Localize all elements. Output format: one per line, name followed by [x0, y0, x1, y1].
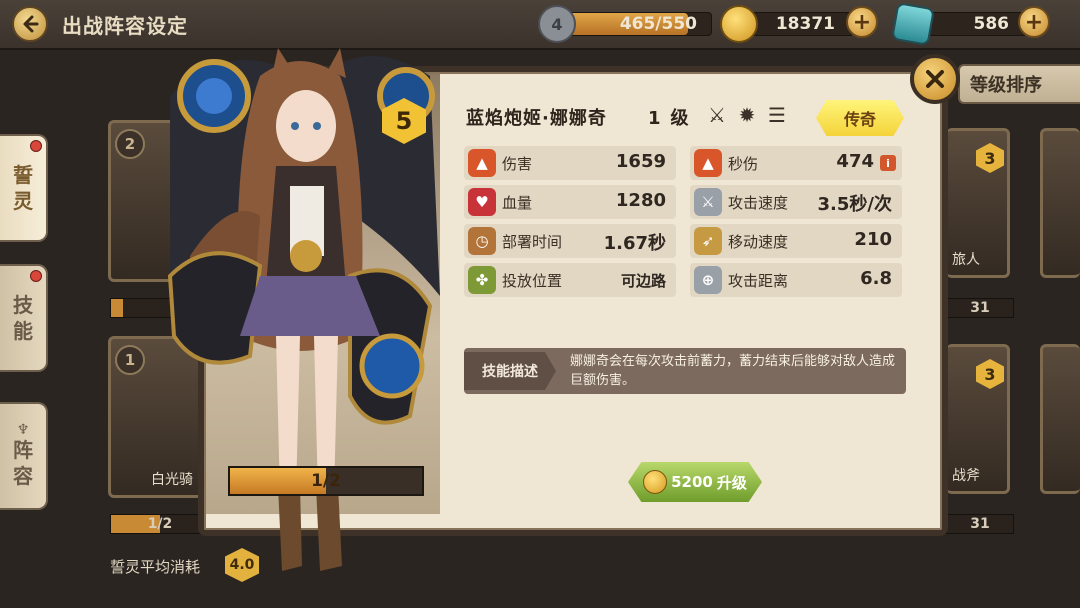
- hero-class-icons: ⚔ ✹ ☰: [704, 102, 790, 128]
- gold-coin-icon: [643, 470, 668, 494]
- stamina-value: 465/550: [619, 14, 697, 34]
- stat-label: 血量: [502, 194, 533, 212]
- skill-description-text: 娜娜奇会在每次攻击前蓄力，蓄力结束后能够对敌人造成巨额伤害。: [570, 354, 896, 388]
- rarity-badge: 传奇: [816, 100, 904, 136]
- sword-speed-icon: ⚔: [694, 188, 722, 216]
- stat-damage: ▲ 伤害 1659: [464, 146, 676, 180]
- shard-progress-bar: 1/2: [228, 466, 424, 496]
- close-button[interactable]: [910, 54, 960, 104]
- gold-coin-icon: [720, 5, 758, 43]
- skill-description-tag: 技能描述: [464, 352, 556, 390]
- stat-dps: ▲ 秒伤 474 i: [690, 146, 902, 180]
- arrow-left-icon: [23, 15, 39, 33]
- lineup-icon: ♆: [16, 422, 30, 438]
- hero-level-value: 1: [648, 108, 661, 129]
- tab-lineup-label-bottom: 容: [13, 464, 33, 488]
- hero-level-unit: 级: [670, 108, 689, 129]
- stopwatch-icon: ◷: [468, 227, 496, 255]
- roster-card[interactable]: 3 战斧: [946, 344, 1010, 494]
- stat-label: 投放位置: [502, 272, 563, 290]
- stat-value: 1280: [615, 190, 666, 211]
- stat-health: ♥ 血量 1280: [464, 185, 676, 219]
- tab-heroes-label-top: 誓: [13, 163, 33, 187]
- stat-value: 1.67秒: [603, 233, 666, 254]
- fire-icon: ▲: [694, 149, 722, 177]
- page-title: 出战阵容设定: [62, 14, 188, 38]
- upgrade-label: 升级: [716, 473, 747, 492]
- side-nav: 誓 灵 技 能 ♆ 阵 容: [0, 56, 60, 608]
- stat-value: 6.8: [860, 268, 892, 289]
- stat-label: 秒伤: [728, 155, 759, 173]
- gem-resource: 586 +: [890, 1, 1052, 47]
- sort-by-level-button[interactable]: 等级排序: [958, 64, 1080, 104]
- fire-icon: ▲: [468, 149, 496, 177]
- card-progress-bar: 31: [946, 514, 1014, 534]
- roster-card[interactable]: [1040, 344, 1080, 494]
- stat-value: 1659: [615, 151, 666, 172]
- stat-value: 210: [854, 229, 892, 250]
- tab-heroes[interactable]: 誓 灵: [0, 134, 48, 242]
- card-level: 2: [115, 129, 145, 159]
- tab-skills-label-bottom: 能: [13, 319, 33, 343]
- card-progress-text: 31: [970, 300, 990, 316]
- stamina-shield-icon: 4: [538, 5, 576, 43]
- tab-lineup[interactable]: ♆ 阵 容: [0, 402, 48, 510]
- stat-value: 可边路: [620, 272, 666, 290]
- stat-label: 伤害: [502, 155, 533, 173]
- notification-dot: [30, 270, 42, 282]
- stat-attack-speed: ⚔ 攻击速度 3.5秒/次: [690, 185, 902, 219]
- stat-label: 攻击速度: [728, 194, 789, 212]
- stat-placement: ✤ 投放位置 可边路: [464, 263, 676, 297]
- stat-label: 移动速度: [728, 233, 789, 251]
- stat-value: 3.5秒/次: [817, 194, 892, 215]
- target-sword-icon: ⊕: [694, 266, 722, 294]
- stat-label: 部署时间: [502, 233, 563, 251]
- roster-card[interactable]: [1040, 128, 1080, 278]
- hero-name: 蓝焰炮姬·娜娜奇: [466, 108, 607, 129]
- card-cost-badge: 3: [976, 359, 1004, 389]
- stat-attack-range: ⊕ 攻击距离 6.8: [690, 263, 902, 297]
- sort-label: 等级排序: [970, 75, 1042, 96]
- upgrade-cost: 5200: [671, 473, 713, 491]
- tab-heroes-label-bottom: 灵: [13, 189, 33, 213]
- gem-value: 586: [973, 14, 1010, 34]
- roster-card[interactable]: 3 旅人: [946, 128, 1010, 278]
- add-gold-button[interactable]: +: [846, 6, 878, 38]
- tab-skills-label-top: 技: [13, 293, 33, 317]
- gem-icon: [890, 1, 936, 47]
- upgrade-button[interactable]: 5200 升级: [628, 462, 762, 502]
- stamina-bar: 465/550: [560, 12, 712, 36]
- stat-label: 攻击距离: [728, 272, 789, 290]
- card-level: 1: [115, 345, 145, 375]
- card-name: 旅人: [952, 252, 980, 268]
- gold-value: 18371: [775, 14, 835, 34]
- stamina-resource: 465/550 4: [538, 5, 712, 43]
- card-name: 战斧: [952, 468, 980, 484]
- notification-dot: [30, 140, 42, 152]
- card-cost-badge: 3: [976, 143, 1004, 173]
- hero-level: 1级: [648, 104, 689, 130]
- stat-deploy-time: ◷ 部署时间 1.67秒: [464, 224, 676, 258]
- card-progress-bar: 31: [946, 298, 1014, 318]
- info-icon[interactable]: i: [880, 155, 896, 171]
- skill-description-panel: 技能描述 娜娜奇会在每次攻击前蓄力，蓄力结束后能够对敌人造成巨额伤害。: [464, 348, 906, 394]
- card-progress-text: 31: [970, 516, 990, 532]
- scroll-icon: ☰: [768, 103, 786, 127]
- heart-icon: ♥: [468, 188, 496, 216]
- close-icon: [926, 70, 944, 88]
- tab-lineup-label-top: 阵: [13, 438, 33, 462]
- stat-value: 474: [836, 151, 874, 172]
- back-button[interactable]: [12, 6, 48, 42]
- wing-icon: ➶: [694, 227, 722, 255]
- tab-skills[interactable]: 技 能: [0, 264, 48, 372]
- add-gem-button[interactable]: +: [1018, 6, 1050, 38]
- bow-icon: ⚔: [708, 103, 726, 127]
- placement-icon: ✤: [468, 266, 496, 294]
- stat-move-speed: ➶ 移动速度 210: [690, 224, 902, 258]
- gold-bar: 18371: [742, 12, 854, 36]
- shard-progress-text: 1/2: [311, 471, 341, 491]
- gear-emblem-icon: ✹: [738, 103, 756, 127]
- gold-resource: 18371 +: [720, 5, 878, 43]
